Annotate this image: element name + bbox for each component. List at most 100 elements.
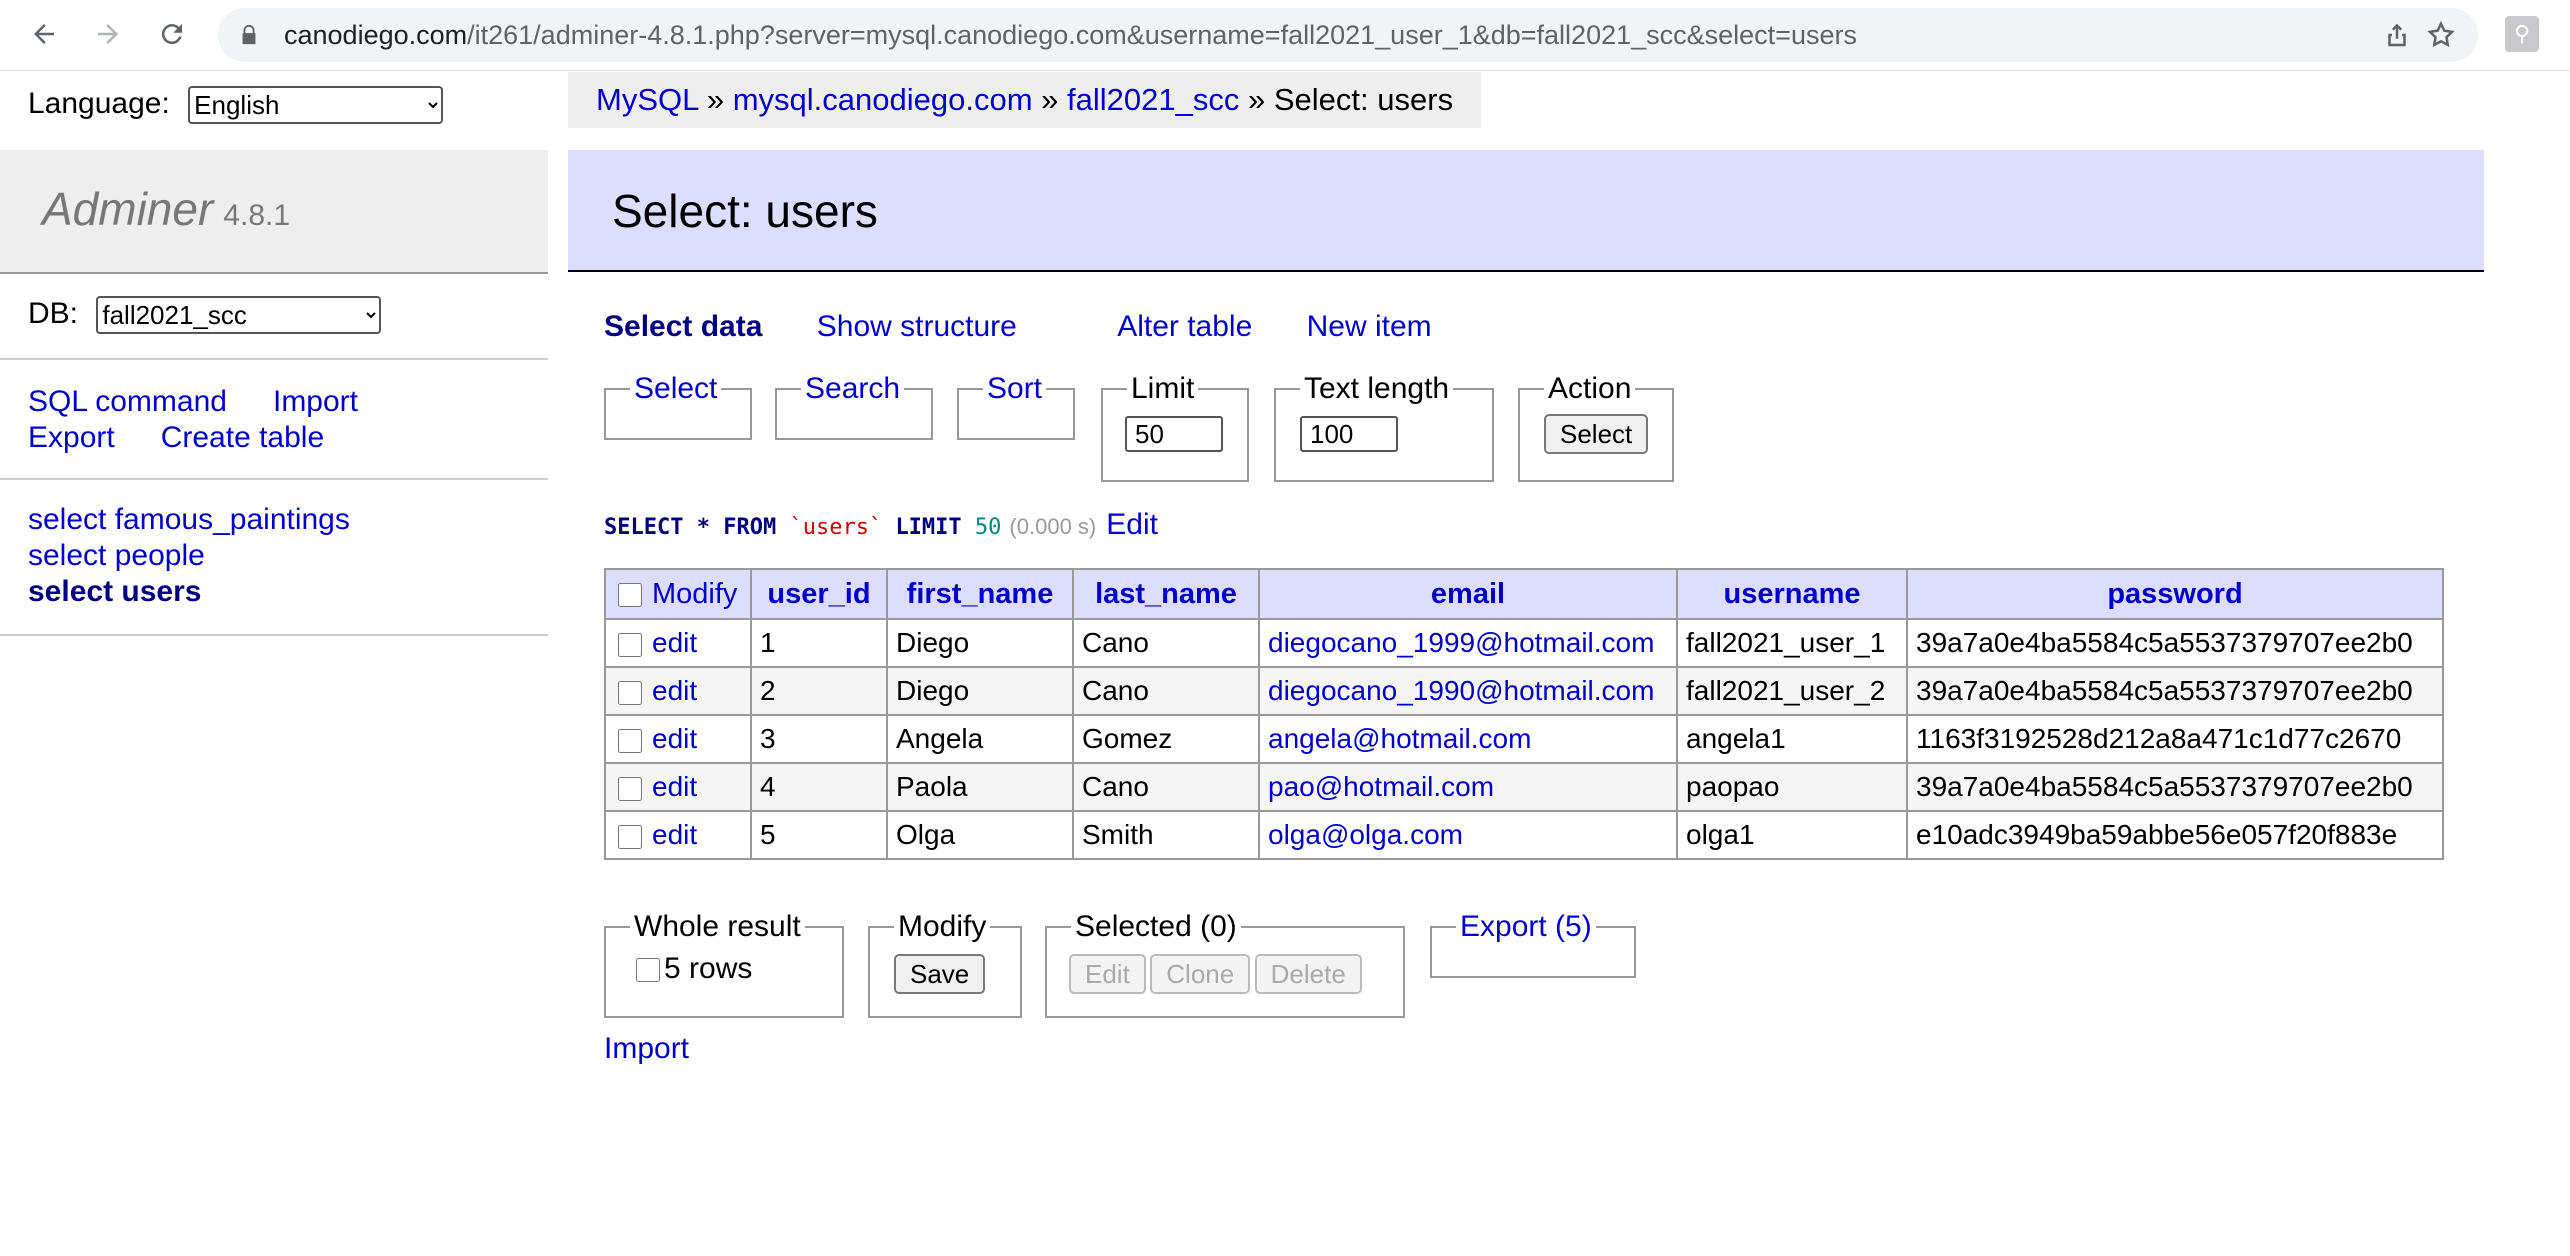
- cell-email: pao@hotmail.com: [1258, 762, 1678, 812]
- export-results-link[interactable]: Export (5): [1460, 910, 1592, 943]
- column-header-first-name[interactable]: first_name: [886, 568, 1074, 620]
- select-link[interactable]: select: [28, 539, 106, 572]
- sql-query: SELECT * FROM `users` LIMIT 50 (0.000 s) E…: [604, 508, 1158, 542]
- search-link[interactable]: Search: [805, 372, 900, 405]
- forward-arrow-icon[interactable]: [88, 14, 128, 54]
- delete-selected-button[interactable]: Delete: [1254, 954, 1362, 994]
- cell-last-name: Cano: [1072, 762, 1260, 812]
- tab-select-data: Select data: [604, 310, 763, 343]
- browser-toolbar: canodiego.com/it261/adminer-4.8.1.php?se…: [0, 0, 2570, 71]
- row-edit-link[interactable]: edit: [652, 771, 697, 802]
- column-header-email[interactable]: email: [1258, 568, 1678, 620]
- text-length-input[interactable]: [1300, 416, 1398, 452]
- sidebar-divider: [0, 358, 548, 360]
- select-columns-link[interactable]: Select: [634, 372, 717, 405]
- limit-input[interactable]: [1125, 416, 1223, 452]
- email-link[interactable]: angela@hotmail.com: [1268, 723, 1531, 754]
- table-link-people[interactable]: people: [115, 539, 205, 572]
- limit-legend: Limit: [1131, 372, 1195, 405]
- email-link[interactable]: pao@hotmail.com: [1268, 771, 1494, 802]
- tab-show-structure[interactable]: Show structure: [817, 310, 1017, 343]
- cell-email: diegocano_1990@hotmail.com: [1258, 666, 1678, 716]
- select-link[interactable]: select: [28, 575, 113, 608]
- row-edit-link[interactable]: edit: [652, 675, 697, 706]
- row-edit-link[interactable]: edit: [652, 819, 697, 850]
- cell-first-name: Diego: [886, 618, 1074, 668]
- address-bar[interactable]: canodiego.com/it261/adminer-4.8.1.php?se…: [218, 8, 2478, 62]
- create-table-link[interactable]: Create table: [161, 421, 324, 454]
- export-link[interactable]: Export: [28, 421, 115, 454]
- share-icon[interactable]: [2382, 20, 2412, 50]
- cell-password: 39a7a0e4ba5584c5a5537379707ee2b0: [1906, 618, 2444, 668]
- breadcrumb-mysql[interactable]: MySQL: [596, 82, 698, 117]
- cell-user-id: 4: [750, 762, 888, 812]
- column-header-user-id[interactable]: user_id: [750, 568, 888, 620]
- select-all-checkbox[interactable]: [618, 582, 642, 607]
- cell-password: e10adc3949ba59abbe56e057f20f883e: [1906, 810, 2444, 860]
- tab-new-item[interactable]: New item: [1307, 310, 1432, 343]
- tab-alter-table[interactable]: Alter table: [1117, 310, 1252, 343]
- row-checkbox[interactable]: [618, 824, 642, 849]
- selected-legend: Selected (0): [1075, 910, 1237, 943]
- breadcrumb-database[interactable]: fall2021_scc: [1067, 82, 1239, 117]
- brand-box: Adminer 4.8.1: [0, 150, 548, 274]
- whole-result-fieldset: Whole result 5 rows: [604, 910, 844, 1018]
- cell-first-name: Diego: [886, 666, 1074, 716]
- row-checkbox[interactable]: [618, 632, 642, 657]
- row-edit-link[interactable]: edit: [652, 627, 697, 658]
- import-data-link[interactable]: Import: [604, 1032, 689, 1066]
- language-row: Language: English: [28, 86, 444, 124]
- breadcrumb-separator: »: [1041, 82, 1059, 117]
- row-checkbox[interactable]: [618, 728, 642, 753]
- text-length-legend: Text length: [1304, 372, 1450, 405]
- adminer-logo[interactable]: Adminer 4.8.1: [42, 182, 290, 236]
- select-link[interactable]: select: [28, 503, 106, 536]
- table-list-item: select famous_paintings: [28, 502, 350, 538]
- row-checkbox[interactable]: [618, 680, 642, 705]
- column-header-username[interactable]: username: [1676, 568, 1908, 620]
- cell-user-id: 1: [750, 618, 888, 668]
- whole-result-legend: Whole result: [634, 910, 801, 943]
- table-row: edit 3 Angela Gomez angela@hotmail.com a…: [604, 714, 2444, 764]
- reload-icon[interactable]: [152, 14, 192, 54]
- row-checkbox[interactable]: [618, 776, 642, 801]
- table-link-users[interactable]: users: [121, 575, 201, 608]
- whole-result-checkbox[interactable]: [636, 958, 660, 983]
- bookmark-star-icon[interactable]: [2426, 20, 2456, 50]
- edit-selected-button[interactable]: Edit: [1069, 954, 1146, 994]
- cell-last-name: Cano: [1072, 666, 1260, 716]
- sort-link[interactable]: Sort: [987, 372, 1042, 405]
- url-text[interactable]: canodiego.com/it261/adminer-4.8.1.php?se…: [284, 8, 1857, 62]
- whole-result-label[interactable]: 5 rows: [636, 952, 842, 986]
- cell-last-name: Cano: [1072, 618, 1260, 668]
- modify-fieldset: Modify Save: [868, 910, 1022, 1018]
- breadcrumb-server[interactable]: mysql.canodiego.com: [733, 82, 1033, 117]
- table-row: edit 5 Olga Smith olga@olga.com olga1 e1…: [604, 810, 2444, 860]
- email-link[interactable]: olga@olga.com: [1268, 819, 1463, 850]
- row-edit-link[interactable]: edit: [652, 723, 697, 754]
- modify-header-link[interactable]: Modify: [652, 578, 737, 610]
- cell-user-id: 5: [750, 810, 888, 860]
- save-button[interactable]: Save: [894, 954, 986, 994]
- breadcrumb: MySQL » mysql.canodiego.com » fall2021_s…: [568, 72, 1482, 128]
- email-link[interactable]: diegocano_1999@hotmail.com: [1268, 627, 1654, 658]
- breadcrumb-current: Select: users: [1273, 82, 1454, 117]
- sql-command-link[interactable]: SQL command: [28, 385, 227, 418]
- extension-icon[interactable]: ⚲: [2505, 16, 2539, 52]
- db-select[interactable]: fall2021_scc: [96, 296, 382, 334]
- table-link-famous-paintings[interactable]: famous_paintings: [115, 503, 350, 536]
- row-actions: edit: [604, 618, 752, 668]
- sort-fieldset: Sort: [957, 372, 1075, 440]
- cell-first-name: Olga: [886, 810, 1074, 860]
- email-link[interactable]: diegocano_1990@hotmail.com: [1268, 675, 1654, 706]
- import-link[interactable]: Import: [273, 385, 358, 418]
- clone-selected-button[interactable]: Clone: [1150, 954, 1251, 994]
- column-header-last-name[interactable]: last_name: [1072, 568, 1260, 620]
- language-select[interactable]: English: [188, 86, 444, 124]
- cell-email: olga@olga.com: [1258, 810, 1678, 860]
- edit-query-link[interactable]: Edit: [1106, 508, 1158, 541]
- select-button[interactable]: Select: [1544, 414, 1649, 454]
- back-arrow-icon[interactable]: [24, 14, 64, 54]
- cell-username: angela1: [1676, 714, 1908, 764]
- column-header-password[interactable]: password: [1906, 568, 2444, 620]
